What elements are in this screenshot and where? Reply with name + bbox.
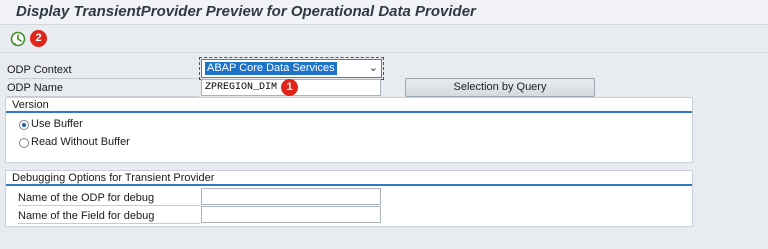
- debug-odp-underline: [18, 205, 200, 206]
- execute-clock-icon[interactable]: [10, 31, 26, 47]
- read-without-buffer-radio[interactable]: [19, 138, 29, 148]
- toolbar-divider: [0, 52, 768, 53]
- use-buffer-radio[interactable]: [19, 120, 29, 130]
- debugging-group-rule: [6, 184, 692, 186]
- odp-name-label: ODP Name: [7, 82, 64, 94]
- odp-name-value: ZPREGION_DIM: [205, 82, 278, 93]
- callout-badge-2: 2: [30, 30, 47, 47]
- version-group: Version Use Buffer Read Without Buffer: [5, 97, 693, 163]
- debug-field-label: Name of the Field for debug: [18, 210, 155, 222]
- version-group-title: Version: [12, 99, 49, 111]
- odp-context-select[interactable]: ABAP Core Data Services ⌄: [199, 57, 384, 80]
- debug-field-input[interactable]: [201, 206, 381, 223]
- debugging-group-title: Debugging Options for Transient Provider: [12, 172, 215, 184]
- debug-field-underline: [18, 223, 200, 224]
- debug-odp-input[interactable]: [201, 188, 381, 205]
- title-bar: Display TransientProvider Preview for Op…: [0, 0, 768, 25]
- debug-odp-label: Name of the ODP for debug: [18, 192, 155, 204]
- odp-context-label: ODP Context: [7, 64, 72, 76]
- window-title: Display TransientProvider Preview for Op…: [16, 3, 476, 20]
- callout-badge-1: 1: [281, 79, 298, 96]
- toolbar: [0, 26, 768, 52]
- selection-by-query-button[interactable]: Selection by Query: [405, 78, 595, 97]
- chevron-down-icon[interactable]: ⌄: [369, 61, 378, 74]
- version-group-rule: [6, 111, 692, 113]
- read-without-buffer-label[interactable]: Read Without Buffer: [31, 136, 130, 148]
- odp-context-value: ABAP Core Data Services: [205, 62, 337, 75]
- use-buffer-label[interactable]: Use Buffer: [31, 118, 83, 130]
- odp-context-underline: [7, 78, 199, 79]
